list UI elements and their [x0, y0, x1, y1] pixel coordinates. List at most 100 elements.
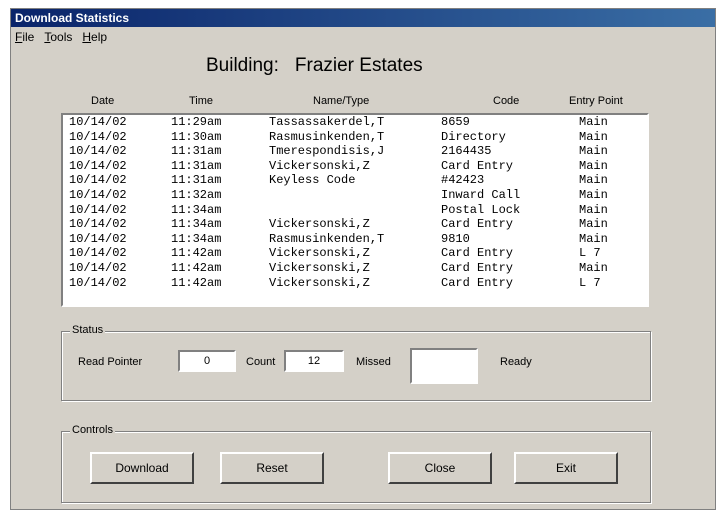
- read-pointer-label: Read Pointer: [78, 356, 143, 368]
- row-date: 10/14/02: [69, 260, 127, 275]
- row-entry-point: Main: [579, 158, 608, 173]
- building-name: Frazier Estates: [294, 55, 423, 76]
- row-time: 11:34am: [171, 202, 222, 217]
- col-header-time: Time: [189, 95, 214, 107]
- row-code: Inward Call: [441, 187, 521, 202]
- list-row[interactable]: 10/14/02 11:31am Keyless Code #42423 Main: [63, 173, 647, 188]
- row-code: 8659: [441, 115, 470, 129]
- row-entry-point: Main: [579, 115, 608, 129]
- row-date: 10/14/02: [69, 115, 127, 129]
- col-header-date: Date: [91, 95, 115, 107]
- row-code: Card Entry: [441, 217, 514, 232]
- row-time: 11:42am: [171, 260, 222, 275]
- row-time: 11:42am: [171, 275, 222, 290]
- controls-group: Controls Download Reset Close Exit: [61, 424, 651, 503]
- count-label: Count: [246, 356, 276, 368]
- row-code: 2164435: [441, 144, 492, 159]
- row-name: Tmerespondisis,J: [269, 144, 385, 159]
- list-row[interactable]: 10/14/02 11:30am Rasmusinkenden,T Directory…: [63, 130, 647, 145]
- row-entry-point: Main: [579, 217, 608, 232]
- window-title: Download Statistics: [15, 11, 130, 25]
- row-name: Vickersonski,Z: [269, 158, 370, 173]
- row-name: Vickersonski,Z: [269, 246, 370, 261]
- row-date: 10/14/02: [69, 187, 127, 202]
- row-name: Vickersonski,Z: [269, 260, 370, 275]
- list-row[interactable]: 10/14/02 11:31am Vickersonski,Z Card Entry M…: [63, 159, 647, 174]
- missed-label: Missed: [356, 356, 391, 368]
- list-row[interactable]: 10/14/02 11:29am Tassassakerdel,T 8659 Main: [63, 115, 647, 130]
- row-name: Rasmusinkenden,T: [269, 231, 385, 246]
- row-name: Keyless Code: [269, 173, 356, 188]
- status-group: Status Read Pointer 0 Count 12 Missed Re…: [61, 324, 651, 401]
- column-headers: Date Time Name/Type Code Entry Point: [61, 95, 641, 111]
- row-date: 10/14/02: [69, 217, 127, 232]
- row-time: 11:29am: [171, 115, 222, 129]
- title-bar: Download Statistics: [11, 9, 715, 27]
- list-row[interactable]: 10/14/02 11:42am Vickersonski,Z Card Entry L…: [63, 276, 647, 291]
- row-date: 10/14/02: [69, 202, 127, 217]
- row-code: Card Entry: [441, 158, 514, 173]
- menu-tools[interactable]: Tools: [44, 27, 72, 47]
- row-entry-point: L 7: [579, 246, 601, 261]
- building-header: Building: Frazier Estates: [206, 55, 423, 77]
- row-entry-point: Main: [579, 173, 608, 188]
- row-name: Rasmusinkenden,T: [269, 129, 385, 144]
- list-row[interactable]: 10/14/02 11:34am Rasmusinkenden,T 9810 Main: [63, 232, 647, 247]
- status-ready-text: Ready: [500, 356, 532, 368]
- close-button[interactable]: Close: [388, 452, 492, 484]
- download-button[interactable]: Download: [90, 452, 194, 484]
- row-date: 10/14/02: [69, 129, 127, 144]
- row-entry-point: Main: [579, 187, 608, 202]
- row-time: 11:34am: [171, 231, 222, 246]
- row-date: 10/14/02: [69, 231, 127, 246]
- row-time: 11:42am: [171, 246, 222, 261]
- row-date: 10/14/02: [69, 275, 127, 290]
- count-field[interactable]: 12: [284, 350, 344, 372]
- row-name: Vickersonski,Z: [269, 217, 370, 232]
- row-time: 11:34am: [171, 217, 222, 232]
- exit-button[interactable]: Exit: [514, 452, 618, 484]
- list-row[interactable]: 10/14/02 11:42am Vickersonski,Z Card Entry M…: [63, 261, 647, 276]
- list-row[interactable]: 10/14/02 11:31am Tmerespondisis,J 2164435 Ma…: [63, 144, 647, 159]
- list-row[interactable]: 10/14/02 11:34am Vickersonski,Z Card Entry M…: [63, 217, 647, 232]
- row-entry-point: Main: [579, 129, 608, 144]
- row-date: 10/14/02: [69, 173, 127, 188]
- row-entry-point: Main: [579, 144, 608, 159]
- col-header-name-type: Name/Type: [313, 95, 370, 107]
- col-header-code: Code: [493, 95, 520, 107]
- row-code: #42423: [441, 173, 485, 188]
- row-name: Vickersonski,Z: [269, 275, 370, 290]
- missed-field[interactable]: [410, 348, 478, 384]
- row-entry-point: L 7: [579, 275, 601, 290]
- row-time: 11:31am: [171, 144, 222, 159]
- list-row[interactable]: 10/14/02 11:32am Inward Call Main: [63, 188, 647, 203]
- row-code: Card Entry: [441, 246, 514, 261]
- row-code: 9810: [441, 231, 470, 246]
- menu-bar: File Tools Help: [11, 27, 715, 47]
- controls-group-label: Controls: [70, 424, 115, 436]
- col-header-entry-point: Entry Point: [569, 95, 623, 107]
- row-code: Postal Lock: [441, 202, 521, 217]
- menu-file[interactable]: File: [15, 27, 34, 47]
- list-row[interactable]: 10/14/02 11:34am Postal Lock Main: [63, 203, 647, 218]
- row-code: Card Entry: [441, 275, 514, 290]
- row-time: 11:32am: [171, 187, 222, 202]
- read-pointer-field[interactable]: 0: [178, 350, 236, 372]
- row-time: 11:31am: [171, 173, 222, 188]
- event-listbox[interactable]: 10/14/02 11:29am Tassassakerdel,T 8659 Main 1…: [61, 113, 649, 307]
- list-row[interactable]: 10/14/02 11:42am Vickersonski,Z Card Entry L…: [63, 246, 647, 261]
- row-code: Card Entry: [441, 260, 514, 275]
- row-date: 10/14/02: [69, 158, 127, 173]
- reset-button[interactable]: Reset: [220, 452, 324, 484]
- building-label: Building:: [206, 55, 279, 76]
- row-time: 11:30am: [171, 129, 222, 144]
- row-time: 11:31am: [171, 158, 222, 173]
- row-date: 10/14/02: [69, 246, 127, 261]
- row-date: 10/14/02: [69, 144, 127, 159]
- menu-help[interactable]: Help: [82, 27, 107, 47]
- download-statistics-window: Download Statistics File Tools Help Buil…: [10, 8, 716, 510]
- row-name: Tassassakerdel,T: [269, 115, 385, 129]
- row-entry-point: Main: [579, 260, 608, 275]
- status-group-label: Status: [70, 324, 106, 336]
- row-code: Directory: [441, 129, 506, 144]
